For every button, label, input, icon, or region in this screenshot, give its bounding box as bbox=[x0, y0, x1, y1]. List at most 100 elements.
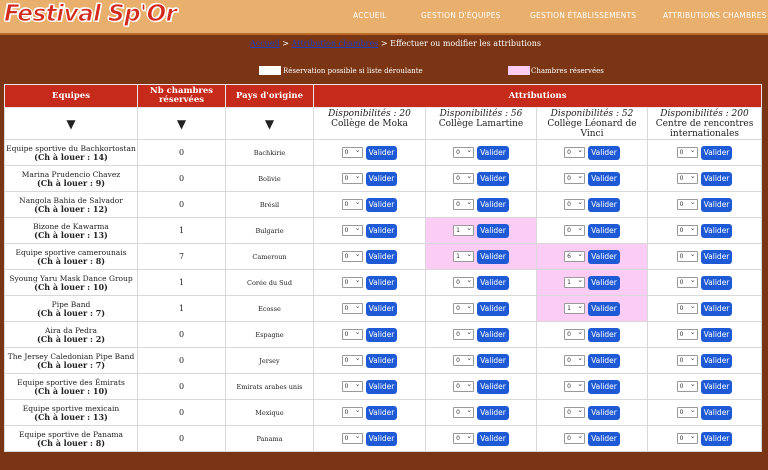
validate-button[interactable]: Valider bbox=[588, 353, 620, 368]
validate-button[interactable]: Valider bbox=[477, 353, 509, 368]
validate-button[interactable]: Valider bbox=[588, 197, 620, 212]
rooms-select[interactable]: 1 bbox=[564, 276, 586, 288]
nav-accueil[interactable]: ACCUEIL bbox=[353, 11, 387, 20]
validate-button[interactable]: Valider bbox=[700, 379, 733, 394]
validate-button[interactable]: Valider bbox=[477, 275, 509, 290]
validate-button[interactable]: Valider bbox=[588, 379, 620, 394]
rooms-select[interactable]: 0 bbox=[676, 354, 698, 366]
rooms-select[interactable]: 0 bbox=[341, 172, 363, 184]
rooms-select[interactable]: 0 bbox=[564, 380, 586, 392]
validate-button[interactable]: Valider bbox=[477, 223, 509, 238]
validate-button[interactable]: Valider bbox=[700, 197, 733, 212]
validate-button[interactable]: Valider bbox=[700, 145, 733, 160]
rooms-select[interactable]: 6 bbox=[564, 250, 586, 262]
rooms-select[interactable]: 0 bbox=[341, 146, 363, 158]
validate-button[interactable]: Valider bbox=[477, 249, 509, 264]
rooms-select[interactable]: 0 bbox=[341, 224, 363, 236]
validate-button[interactable]: Valider bbox=[588, 301, 620, 316]
rooms-select[interactable]: 0 bbox=[676, 380, 698, 392]
rooms-select[interactable]: 0 bbox=[341, 302, 363, 314]
rooms-select[interactable]: 0 bbox=[341, 354, 363, 366]
validate-button[interactable]: Valider bbox=[365, 197, 398, 212]
validate-button[interactable]: Valider bbox=[477, 197, 509, 212]
rooms-select[interactable]: 1 bbox=[453, 224, 475, 236]
validate-button[interactable]: Valider bbox=[700, 431, 733, 446]
rooms-select[interactable]: 0 bbox=[676, 328, 698, 340]
rooms-select[interactable]: 0 bbox=[341, 276, 363, 288]
rooms-select[interactable]: 0 bbox=[453, 146, 475, 158]
nav-gestion-etablissements[interactable]: GESTION ÉTABLISSEMENTS bbox=[530, 11, 636, 20]
rooms-select[interactable]: 0 bbox=[676, 432, 698, 444]
rooms-select[interactable]: 0 bbox=[341, 406, 363, 418]
validate-button[interactable]: Valider bbox=[365, 171, 398, 186]
validate-button[interactable]: Valider bbox=[365, 249, 398, 264]
validate-button[interactable]: Valider bbox=[365, 145, 398, 160]
validate-button[interactable]: Valider bbox=[477, 171, 509, 186]
rooms-select[interactable]: 0 bbox=[341, 380, 363, 392]
validate-button[interactable]: Valider bbox=[365, 223, 398, 238]
validate-button[interactable]: Valider bbox=[700, 301, 733, 316]
validate-button[interactable]: Valider bbox=[588, 223, 620, 238]
validate-button[interactable]: Valider bbox=[700, 275, 733, 290]
rooms-select[interactable]: 0 bbox=[676, 250, 698, 262]
rooms-select[interactable]: 0 bbox=[453, 406, 475, 418]
rooms-select[interactable]: 0 bbox=[564, 198, 586, 210]
nav-gestion-equipes[interactable]: GESTION D'ÉQUIPES bbox=[421, 11, 501, 20]
validate-button[interactable]: Valider bbox=[588, 249, 620, 264]
validate-button[interactable]: Valider bbox=[365, 353, 398, 368]
rooms-select[interactable]: 0 bbox=[676, 172, 698, 184]
validate-button[interactable]: Valider bbox=[700, 353, 733, 368]
validate-button[interactable]: Valider bbox=[365, 301, 398, 316]
validate-button[interactable]: Valider bbox=[700, 405, 733, 420]
validate-button[interactable]: Valider bbox=[588, 275, 620, 290]
validate-button[interactable]: Valider bbox=[700, 223, 733, 238]
validate-button[interactable]: Valider bbox=[588, 171, 620, 186]
sort-equipes-icon[interactable]: ▼ bbox=[4, 107, 138, 140]
nav-attributions-chambres[interactable]: ATTRIBUTIONS CHAMBRES bbox=[663, 11, 767, 20]
breadcrumb-section-link[interactable]: Attribution chambres bbox=[292, 39, 379, 48]
rooms-select[interactable]: 0 bbox=[453, 198, 475, 210]
rooms-select[interactable]: 0 bbox=[676, 146, 698, 158]
rooms-select[interactable]: 0 bbox=[676, 302, 698, 314]
validate-button[interactable]: Valider bbox=[588, 327, 620, 342]
rooms-select[interactable]: 0 bbox=[564, 354, 586, 366]
validate-button[interactable]: Valider bbox=[477, 301, 509, 316]
rooms-select[interactable]: 0 bbox=[453, 432, 475, 444]
validate-button[interactable]: Valider bbox=[477, 379, 509, 394]
rooms-select[interactable]: 0 bbox=[564, 172, 586, 184]
rooms-select[interactable]: 0 bbox=[676, 198, 698, 210]
validate-button[interactable]: Valider bbox=[477, 327, 509, 342]
validate-button[interactable]: Valider bbox=[588, 405, 620, 420]
validate-button[interactable]: Valider bbox=[477, 431, 509, 446]
validate-button[interactable]: Valider bbox=[700, 327, 733, 342]
rooms-select[interactable]: 1 bbox=[564, 302, 586, 314]
rooms-select[interactable]: 0 bbox=[453, 172, 475, 184]
validate-button[interactable]: Valider bbox=[477, 145, 509, 160]
rooms-select[interactable]: 0 bbox=[676, 224, 698, 236]
rooms-select[interactable]: 0 bbox=[341, 198, 363, 210]
validate-button[interactable]: Valider bbox=[365, 379, 398, 394]
validate-button[interactable]: Valider bbox=[365, 327, 398, 342]
validate-button[interactable]: Valider bbox=[588, 431, 620, 446]
validate-button[interactable]: Valider bbox=[365, 275, 398, 290]
rooms-select[interactable]: 0 bbox=[453, 354, 475, 366]
site-logo[interactable]: Festival Sp'Or bbox=[3, 1, 177, 28]
rooms-select[interactable]: 0 bbox=[564, 146, 586, 158]
rooms-select[interactable]: 0 bbox=[564, 328, 586, 340]
rooms-select[interactable]: 0 bbox=[341, 250, 363, 262]
rooms-select[interactable]: 0 bbox=[453, 302, 475, 314]
rooms-select[interactable]: 0 bbox=[564, 406, 586, 418]
validate-button[interactable]: Valider bbox=[700, 171, 733, 186]
rooms-select[interactable]: 0 bbox=[564, 432, 586, 444]
rooms-select[interactable]: 0 bbox=[341, 432, 363, 444]
rooms-select[interactable]: 0 bbox=[453, 276, 475, 288]
validate-button[interactable]: Valider bbox=[365, 431, 398, 446]
validate-button[interactable]: Valider bbox=[588, 145, 620, 160]
sort-pays-icon[interactable]: ▼ bbox=[225, 107, 314, 140]
rooms-select[interactable]: 0 bbox=[676, 406, 698, 418]
sort-nb-chambres-icon[interactable]: ▼ bbox=[137, 107, 226, 140]
validate-button[interactable]: Valider bbox=[365, 405, 398, 420]
rooms-select[interactable]: 0 bbox=[564, 224, 586, 236]
rooms-select[interactable]: 0 bbox=[453, 328, 475, 340]
rooms-select[interactable]: 0 bbox=[676, 276, 698, 288]
